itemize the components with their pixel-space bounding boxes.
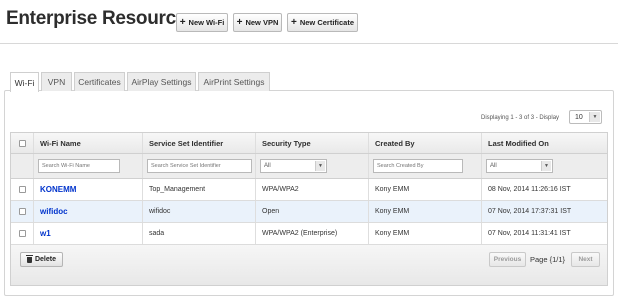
page-title: Enterprise Resources [6,8,197,29]
tab-certificates[interactable]: Certificates [74,72,125,91]
filter-cell-ssid [143,154,256,178]
search-wifi-name-input[interactable] [38,159,120,173]
trash-icon [25,254,33,263]
table-footer: Delete Previous Page {1/1} Next [11,245,607,285]
created-by-cell: Kony EMM [369,223,482,244]
page-size-select[interactable]: 10 ▼ [569,110,602,124]
search-ssid-input[interactable] [147,159,252,173]
select-all-cell [11,133,34,153]
row-checkbox[interactable] [18,208,26,215]
page-size-value: 10 [575,113,583,121]
filter-empty-cell [11,154,34,178]
wifi-table: Wi-Fi Name Service Set Identifier Securi… [10,132,608,286]
column-header-last-modified[interactable]: Last Modified On [482,133,607,153]
column-header-ssid[interactable]: Service Set Identifier [143,133,256,153]
security-type-filter-select[interactable]: All ▼ [260,159,327,173]
new-wifi-label: New Wi-Fi [188,18,225,27]
security-type-filter-value: All [264,163,271,169]
filter-cell-wifi-name [34,154,143,178]
previous-page-button[interactable]: Previous [489,252,526,267]
filter-cell-security-type: All ▼ [256,154,369,178]
page-indicator: Page {1/1} [530,255,566,264]
filter-cell-last-modified: All ▼ [482,154,607,178]
search-created-by-input[interactable] [373,159,463,173]
plus-icon: + [290,16,297,28]
last-modified-cell: 08 Nov, 2014 11:26:16 IST [488,186,571,193]
delete-label: Delete [34,256,56,263]
chevron-down-icon: ▼ [589,112,600,122]
page-header: Enterprise Resources + New Wi-Fi + New V… [0,0,618,44]
security-type-cell: WPA/WPA2 (Enterprise) [256,223,369,244]
row-select-cell [11,179,34,200]
plus-icon: + [179,16,186,28]
ssid-cell: Top_Management [143,179,256,200]
last-modified-cell: 07 Nov, 2014 17:37:31 IST [488,208,572,215]
new-certificate-label: New Certificate [299,18,355,27]
chevron-down-icon: ▼ [315,161,325,171]
filter-cell-created-by [369,154,482,178]
row-select-cell [11,201,34,222]
next-page-button[interactable]: Next [571,252,600,267]
ssid-cell: sada [143,223,256,244]
display-info: Displaying 1 - 3 of 3 - Display [481,115,560,121]
new-vpn-label: New VPN [245,18,279,27]
table-header-row: Wi-Fi Name Service Set Identifier Securi… [11,133,607,154]
new-wifi-button[interactable]: + New Wi-Fi [176,13,228,32]
row-checkbox[interactable] [18,230,26,237]
wifi-name-link[interactable]: wifidoc [40,207,68,216]
tab-vpn[interactable]: VPN [41,72,72,91]
last-modified-filter-value: All [490,163,497,169]
created-by-cell: Kony EMM [369,179,482,200]
security-type-cell: WPA/WPA2 [256,179,369,200]
row-select-cell [11,223,34,244]
column-header-security-type[interactable]: Security Type [256,133,369,153]
tab-bar: Wi-Fi VPN Certificates AirPlay Settings … [10,72,272,92]
security-type-cell: Open [256,201,369,222]
row-checkbox[interactable] [18,186,26,193]
tab-wifi[interactable]: Wi-Fi [10,72,39,92]
tab-airplay-settings[interactable]: AirPlay Settings [127,72,196,91]
created-by-cell: Kony EMM [369,201,482,222]
new-certificate-button[interactable]: + New Certificate [287,13,358,32]
delete-button[interactable]: Delete [20,252,63,267]
chevron-down-icon: ▼ [541,161,551,171]
wifi-name-link[interactable]: w1 [40,229,51,238]
last-modified-cell: 07 Nov, 2014 11:31:41 IST [488,230,571,237]
wifi-name-link[interactable]: KONEMM [40,185,76,194]
column-header-wifi-name[interactable]: Wi-Fi Name [34,133,143,153]
last-modified-filter-select[interactable]: All ▼ [486,159,553,173]
column-header-created-by[interactable]: Created By [369,133,482,153]
tab-airprint-settings[interactable]: AirPrint Settings [198,72,270,91]
table-row[interactable]: w1 sada WPA/WPA2 (Enterprise) Kony EMM 0… [11,223,607,245]
new-vpn-button[interactable]: + New VPN [233,13,282,32]
table-row[interactable]: KONEMM Top_Management WPA/WPA2 Kony EMM … [11,179,607,201]
plus-icon: + [236,16,243,28]
table-row[interactable]: wifidoc wifidoc Open Kony EMM 07 Nov, 20… [11,201,607,223]
select-all-checkbox[interactable] [18,139,26,147]
ssid-cell: wifidoc [143,201,256,222]
filter-row: All ▼ All ▼ [11,154,607,179]
